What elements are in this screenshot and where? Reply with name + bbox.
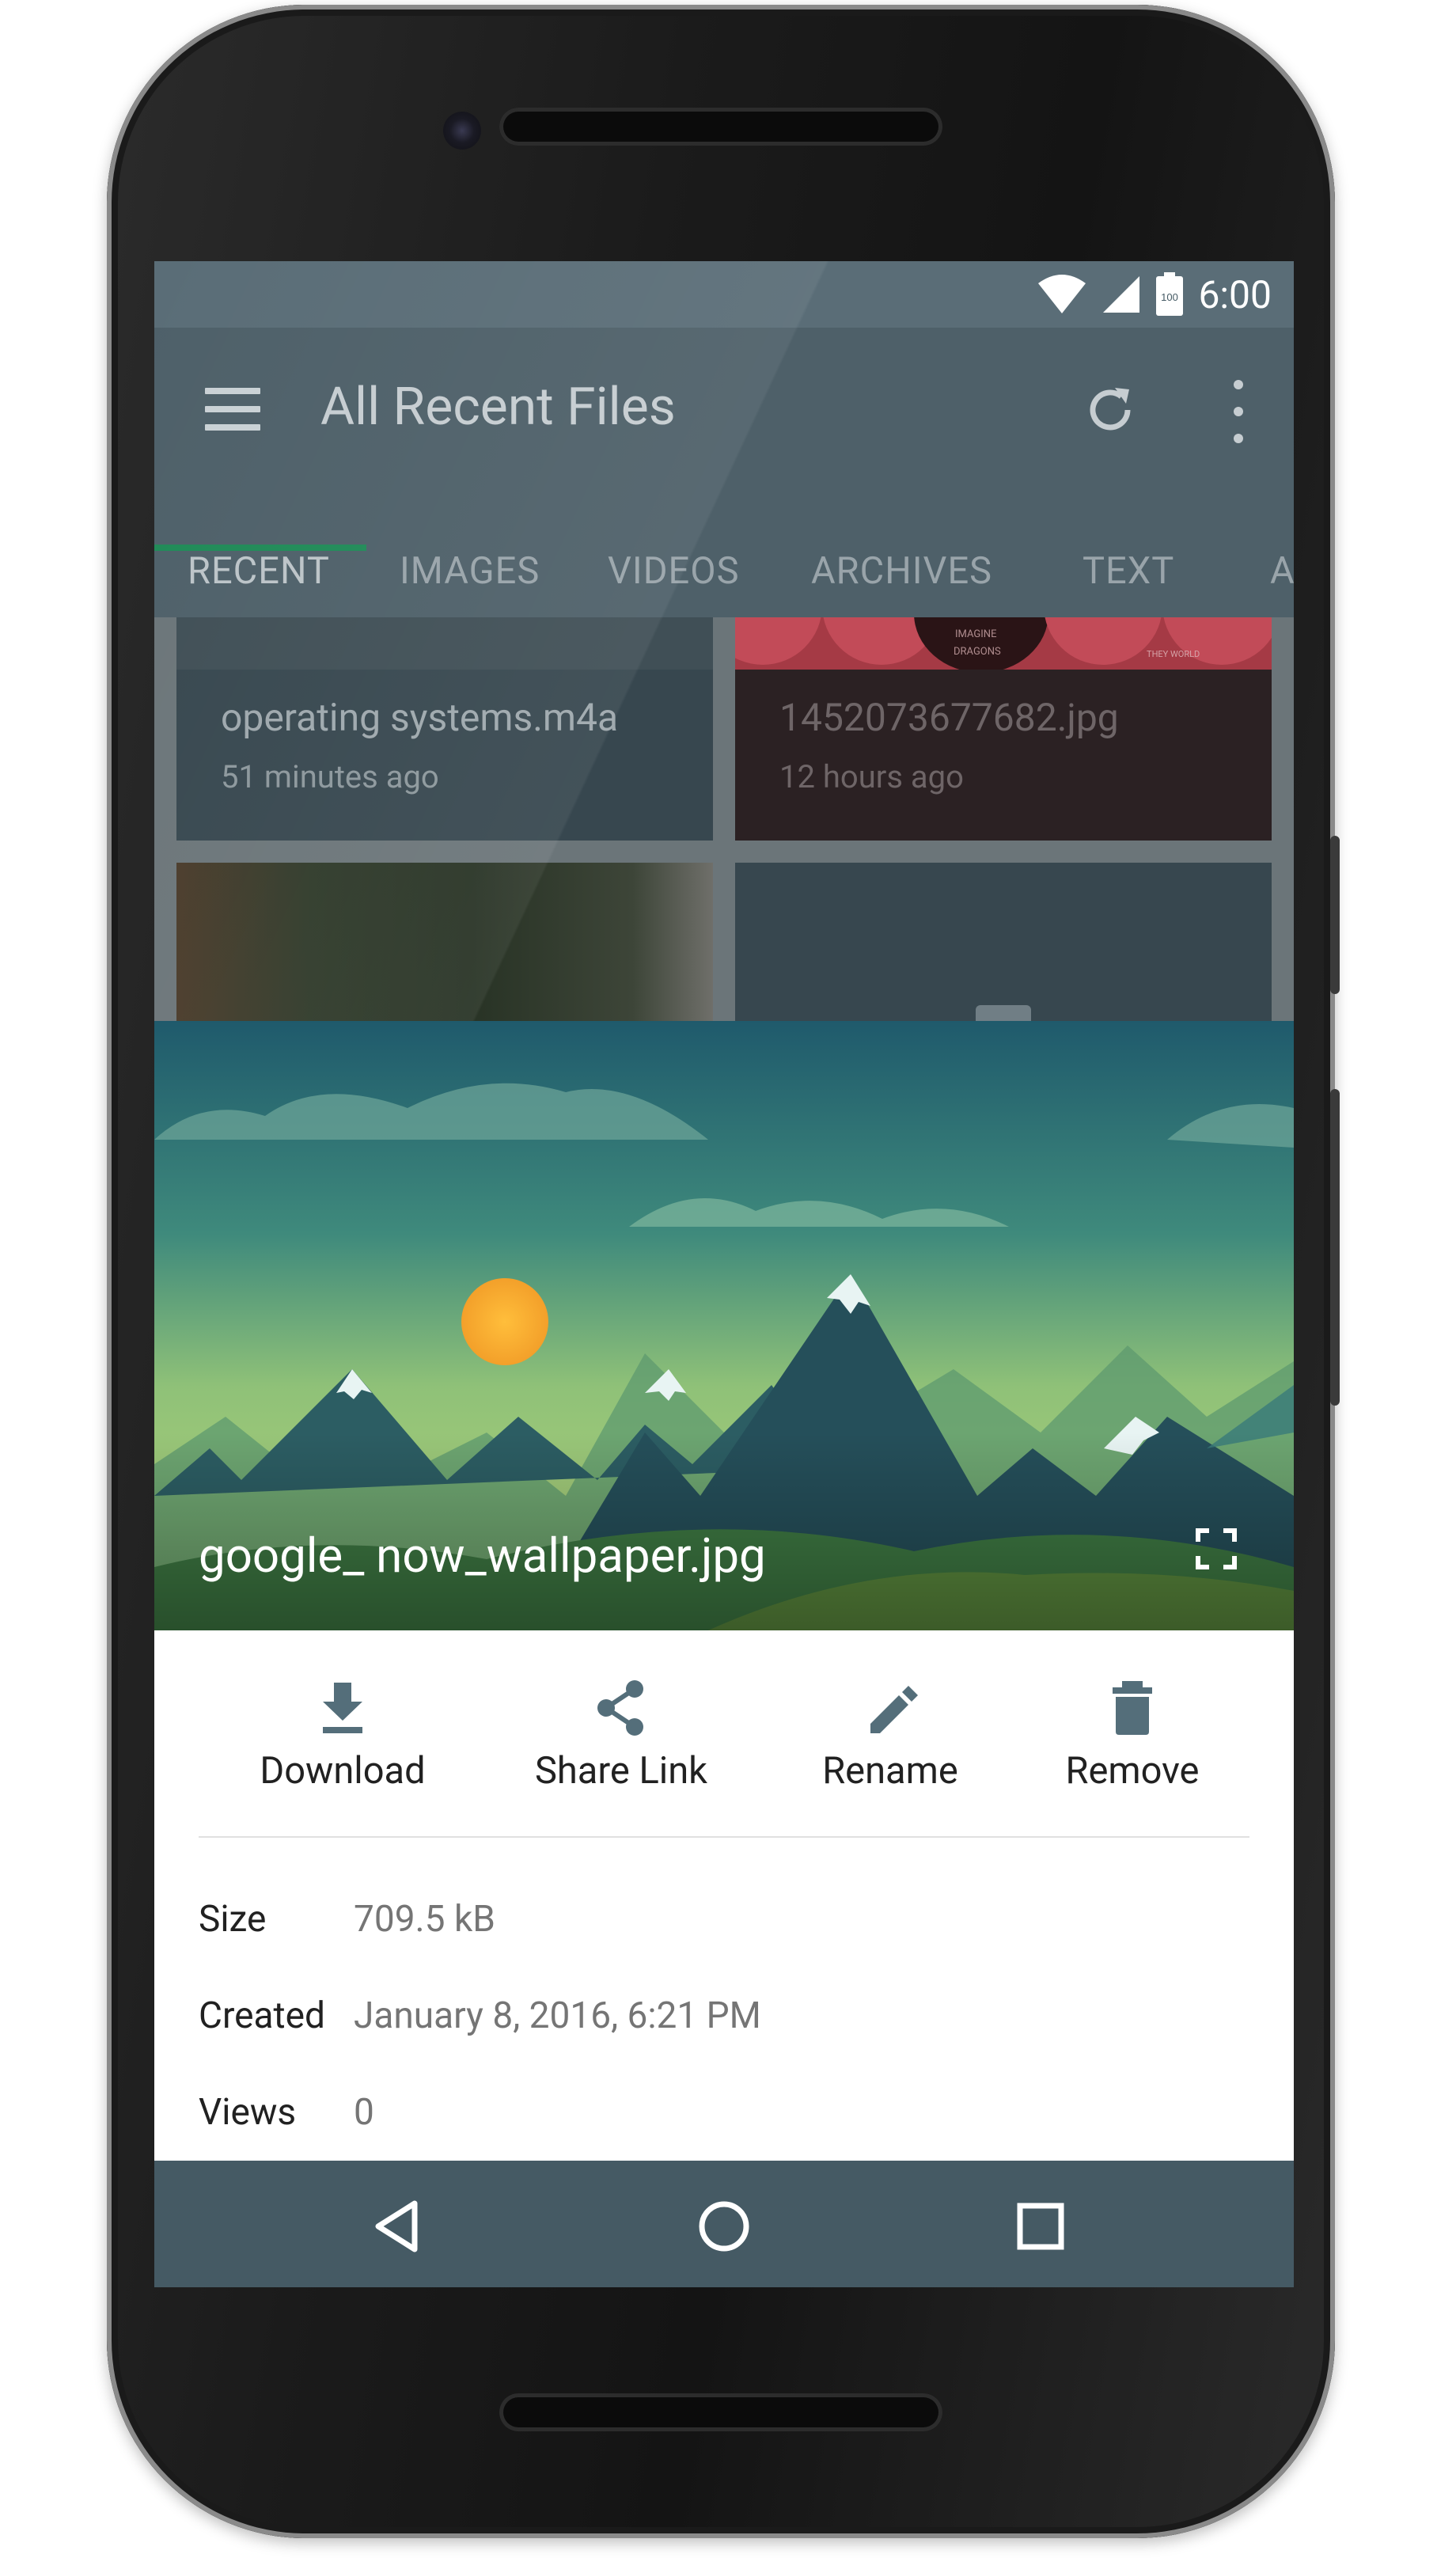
refresh-icon[interactable] bbox=[1080, 380, 1140, 440]
file-grid: operating systems.m4a 51 minutes ago IMA… bbox=[154, 617, 1294, 1021]
status-bar: 100 6:00 bbox=[154, 261, 1294, 328]
fullscreen-icon[interactable] bbox=[1195, 1527, 1238, 1570]
rename-label: Rename bbox=[822, 1749, 958, 1793]
share-link-button[interactable]: Share Link bbox=[518, 1678, 724, 1793]
battery-level-text: 100 bbox=[1162, 291, 1179, 303]
tab-videos[interactable]: VIDEOS bbox=[608, 549, 740, 593]
navigation-bar bbox=[154, 2161, 1294, 2287]
home-circle-icon[interactable] bbox=[696, 2199, 752, 2254]
album-art-text: THEY WORLD bbox=[1147, 649, 1200, 659]
delete-icon bbox=[1113, 1681, 1152, 1735]
remove-label: Remove bbox=[1065, 1749, 1200, 1793]
bottom-speaker bbox=[499, 2393, 942, 2431]
edit-pencil-icon bbox=[870, 1686, 918, 1733]
tab-strip: RECENT IMAGES VIDEOS ARCHIVES TEXT A bbox=[154, 526, 1294, 617]
album-art-text: DRAGONS bbox=[954, 646, 1001, 658]
file-name: operating systems.m4a bbox=[221, 695, 619, 740]
file-thumbnail[interactable] bbox=[735, 863, 1272, 1021]
top-speaker bbox=[499, 108, 942, 146]
share-icon bbox=[597, 1680, 643, 1736]
tab-images[interactable]: IMAGES bbox=[400, 549, 540, 593]
recents-square-icon[interactable] bbox=[1013, 2199, 1068, 2254]
tab-indicator bbox=[154, 545, 366, 551]
divider bbox=[199, 1836, 1249, 1838]
album-art: IMAGINE DRAGONS THEY WORLD bbox=[735, 617, 1272, 670]
more-vert-icon[interactable] bbox=[1227, 380, 1250, 443]
remove-button[interactable]: Remove bbox=[1045, 1678, 1219, 1793]
status-time: 6:00 bbox=[1198, 271, 1272, 317]
rename-button[interactable]: Rename bbox=[795, 1678, 985, 1793]
tab-text[interactable]: TEXT bbox=[1083, 549, 1174, 593]
back-triangle-icon[interactable] bbox=[370, 2199, 426, 2254]
file-time: 12 hours ago bbox=[779, 758, 964, 795]
image-preview[interactable]: google_ now_wallpaper.jpg bbox=[154, 1021, 1294, 1630]
front-camera bbox=[443, 112, 481, 150]
download-icon bbox=[323, 1683, 362, 1733]
tab-archives[interactable]: ARCHIVES bbox=[811, 549, 992, 593]
download-button[interactable]: Download bbox=[248, 1678, 438, 1793]
volume-button bbox=[1330, 1089, 1340, 1406]
file-thumbnail[interactable] bbox=[176, 863, 713, 1021]
views-value: 0 bbox=[354, 2091, 374, 2134]
signal-icon bbox=[1103, 276, 1140, 313]
battery-icon: 100 bbox=[1156, 272, 1184, 316]
phone-screen: 100 6:00 All Recent Files RECENT IMAGES … bbox=[154, 261, 1294, 2287]
created-label: Created bbox=[199, 1994, 325, 2037]
file-details-sheet: Download Share Link Rename Remove Size 7… bbox=[154, 1630, 1294, 2161]
file-name: 1452073677682.jpg bbox=[779, 695, 1119, 740]
created-value: January 8, 2016, 6:21 PM bbox=[354, 1994, 761, 2037]
album-art-text: IMAGINE bbox=[955, 628, 997, 640]
file-card[interactable]: operating systems.m4a 51 minutes ago bbox=[176, 617, 713, 841]
size-value: 709.5 kB bbox=[354, 1898, 495, 1941]
share-link-label: Share Link bbox=[535, 1749, 707, 1793]
tab-partial[interactable]: A bbox=[1270, 549, 1294, 593]
file-card[interactable]: IMAGINE DRAGONS THEY WORLD 1452073677682… bbox=[735, 617, 1272, 841]
preview-file-name: google_ now_wallpaper.jpg bbox=[199, 1527, 766, 1584]
app-bar: All Recent Files RECENT IMAGES VIDEOS AR… bbox=[154, 328, 1294, 617]
tab-recent[interactable]: RECENT bbox=[188, 549, 330, 593]
power-button bbox=[1330, 836, 1340, 994]
file-time: 51 minutes ago bbox=[221, 758, 439, 795]
app-title: All Recent Files bbox=[320, 377, 676, 438]
views-label: Views bbox=[199, 2091, 297, 2134]
download-label: Download bbox=[260, 1749, 426, 1793]
size-label: Size bbox=[199, 1898, 267, 1941]
hamburger-menu-icon[interactable] bbox=[205, 388, 260, 432]
wifi-icon bbox=[1038, 275, 1086, 313]
